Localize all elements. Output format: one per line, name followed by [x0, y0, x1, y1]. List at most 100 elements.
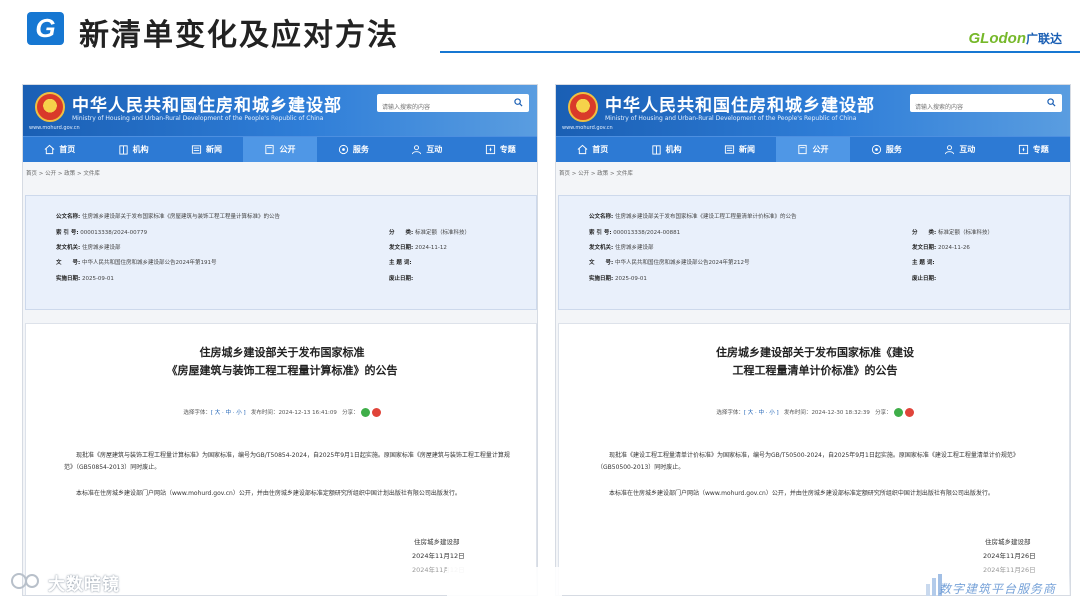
watermark-logo-icon: [11, 573, 39, 589]
info-issue-date: 发文日期: 2024-11-26: [912, 245, 970, 251]
article-paragraph-2: 本标准在住房城乡建设部门户网站（www.mohurd.gov.cn）公开，并由住…: [609, 490, 994, 497]
main-nav: 首页 机构 新闻 公开 服务 互动 专题: [556, 136, 1070, 162]
weibo-share-icon[interactable]: [371, 408, 381, 417]
ministry-name-en: Ministry of Housing and Urban-Rural Deve…: [605, 115, 857, 122]
article-meta: 选择字体：[ 大 · 中 · 小 ] 发布时间：2024-12-30 18:32…: [559, 408, 1070, 417]
ministry-name: 中华人民共和国住房和城乡建设部: [605, 96, 875, 116]
news-icon: [724, 145, 735, 154]
info-doc-name: 公文名称: 住房城乡建设部关于发布国家标准《房屋建筑与装饰工程工程量计算标准》的…: [56, 214, 280, 220]
info-subject: 主 题 词:: [912, 260, 935, 266]
publish-time: 2024-12-30 18:32:39: [811, 410, 870, 416]
publish-time: 2024-12-13 16:41:09: [278, 410, 337, 416]
weibo-share-icon[interactable]: [904, 408, 914, 417]
article-title-line1: 住房城乡建设部关于发布国家标准: [199, 346, 365, 359]
document-info-box: 公文名称: 住房城乡建设部关于发布国家标准《房屋建筑与装饰工程工程量计算标准》的…: [25, 195, 537, 310]
article-title-line1: 住房城乡建设部关于发布国家标准《建设: [716, 346, 914, 359]
ministry-name: 中华人民共和国住房和城乡建设部: [72, 96, 342, 116]
ministry-name-en: Ministry of Housing and Urban-Rural Deve…: [72, 115, 324, 122]
font-size-selector[interactable]: [ 大 · 中 · 小 ]: [744, 410, 779, 416]
info-category: 分 类: 标准定额（标准科技）: [389, 230, 470, 236]
building-icon: [652, 145, 661, 155]
screenshot-panel-left: 中华人民共和国住房和城乡建设部 Ministry of Housing and …: [22, 84, 538, 596]
document-info-box: 公文名称: 住房城乡建设部关于发布国家标准《建设工程工程量清单计价标准》的公告 …: [558, 195, 1070, 310]
wechat-share-icon[interactable]: [360, 408, 370, 417]
search-input[interactable]: [377, 98, 507, 117]
info-doc-no: 文 号: 中华人民共和国住房和城乡建设部公告2024年第212号: [589, 260, 750, 266]
article-body: 住房城乡建设部关于发布国家标准 《房屋建筑与装饰工程工程量计算标准》的公告 选择…: [25, 323, 537, 595]
watermark-right: 数字建筑平台服务商: [938, 582, 1056, 596]
slide-header: G 新清单变化及应对方法 GLodon广联达: [0, 0, 1080, 56]
document-icon: [265, 144, 275, 155]
topic-icon: [1018, 144, 1028, 155]
site-url: www.mohurd.gov.cn: [29, 125, 80, 131]
nav-item-home[interactable]: 首页: [23, 137, 96, 162]
national-emblem-icon: [568, 92, 598, 122]
search-input[interactable]: [910, 98, 1040, 117]
nav-item-topic[interactable]: 专题: [997, 137, 1070, 162]
search-icon[interactable]: [514, 98, 523, 107]
nav-item-interact[interactable]: 互动: [390, 137, 463, 162]
font-size-selector[interactable]: [ 大 · 中 · 小 ]: [211, 410, 246, 416]
breadcrumb: 首页 > 公开 > 政策 > 文件库: [559, 171, 633, 177]
search-icon[interactable]: [1047, 98, 1056, 107]
wechat-share-icon[interactable]: [893, 408, 903, 417]
article-body: 住房城乡建设部关于发布国家标准《建设 工程工程量清单计价标准》的公告 选择字体：…: [558, 323, 1070, 595]
info-subject: 主 题 词:: [389, 260, 412, 266]
signature-org: 住房城乡建设部: [985, 538, 1031, 546]
site-banner: 中华人民共和国住房和城乡建设部 Ministry of Housing and …: [23, 85, 537, 136]
brand-logo: GLodon广联达: [969, 30, 1063, 47]
topic-icon: [485, 144, 495, 155]
signature-date: 2024年11月26日: [983, 552, 1036, 560]
nav-item-news[interactable]: 新闻: [703, 137, 776, 162]
info-category: 分 类: 标准定额（标准科技）: [912, 230, 993, 236]
gap-strip: [447, 567, 562, 599]
header-divider: [440, 51, 1080, 53]
nav-item-service[interactable]: 服务: [317, 137, 390, 162]
info-impl-date: 实施日期: 2025-09-01: [589, 276, 647, 282]
nav-item-org[interactable]: 机构: [96, 137, 169, 162]
glodon-g-logo-icon: G: [27, 12, 64, 45]
info-doc-no: 文 号: 中华人民共和国住房和城乡建设部公告2024年第191号: [56, 260, 217, 266]
nav-item-interact[interactable]: 互动: [923, 137, 996, 162]
article-meta: 选择字体：[ 大 · 中 · 小 ] 发布时间：2024-12-13 16:41…: [26, 408, 537, 417]
watermark-left: 大数暗镜: [48, 575, 120, 595]
national-emblem-icon: [35, 92, 65, 122]
document-icon: [798, 144, 808, 155]
article-paragraph-2: 本标准在住房城乡建设部门户网站（www.mohurd.gov.cn）公开，并由住…: [76, 490, 461, 497]
site-url: www.mohurd.gov.cn: [562, 125, 613, 131]
nav-item-service[interactable]: 服务: [850, 137, 923, 162]
nav-item-public[interactable]: 公开: [776, 137, 850, 162]
brand-cn: 广联达: [1025, 32, 1062, 46]
nav-item-news[interactable]: 新闻: [170, 137, 243, 162]
article-title-line2: 《房屋建筑与装饰工程工程量计算标准》的公告: [166, 364, 398, 377]
info-index: 索 引 号: 000013338/2024-00779: [56, 230, 148, 236]
user-icon: [945, 145, 955, 155]
info-issue-date: 发文日期: 2024-11-12: [389, 245, 447, 251]
search-box: [377, 94, 529, 117]
nav-item-public[interactable]: 公开: [243, 137, 317, 162]
service-icon: [338, 144, 348, 155]
slide-title: 新清单变化及应对方法: [79, 18, 399, 53]
main-nav: 首页 机构 新闻 公开 服务 互动 专题: [23, 136, 537, 162]
nav-item-org[interactable]: 机构: [629, 137, 702, 162]
article-title-line2: 工程工程量清单计价标准》的公告: [732, 364, 898, 377]
building-icon: [119, 145, 128, 155]
article-paragraph-1: 现批准《建设工程工程量清单计价标准》为国家标准，编号为GB/T50500-202…: [597, 452, 1019, 471]
user-icon: [412, 145, 422, 155]
info-issuer: 发文机关: 住房城乡建设部: [589, 245, 654, 251]
signature-org: 住房城乡建设部: [414, 538, 460, 546]
nav-item-home[interactable]: 首页: [556, 137, 629, 162]
search-box: [910, 94, 1062, 117]
home-icon: [44, 144, 55, 155]
service-icon: [871, 144, 881, 155]
info-issuer: 发文机关: 住房城乡建设部: [56, 245, 121, 251]
site-banner: 中华人民共和国住房和城乡建设部 Ministry of Housing and …: [556, 85, 1070, 136]
nav-item-topic[interactable]: 专题: [464, 137, 537, 162]
info-doc-name: 公文名称: 住房城乡建设部关于发布国家标准《建设工程工程量清单计价标准》的公告: [589, 214, 797, 220]
info-impl-date: 实施日期: 2025-09-01: [56, 276, 114, 282]
news-icon: [191, 145, 202, 154]
brand-en: GLodon: [968, 30, 1026, 47]
signature-date: 2024年11月12日: [412, 552, 465, 560]
home-icon: [577, 144, 588, 155]
breadcrumb: 首页 > 公开 > 政策 > 文件库: [26, 171, 100, 177]
